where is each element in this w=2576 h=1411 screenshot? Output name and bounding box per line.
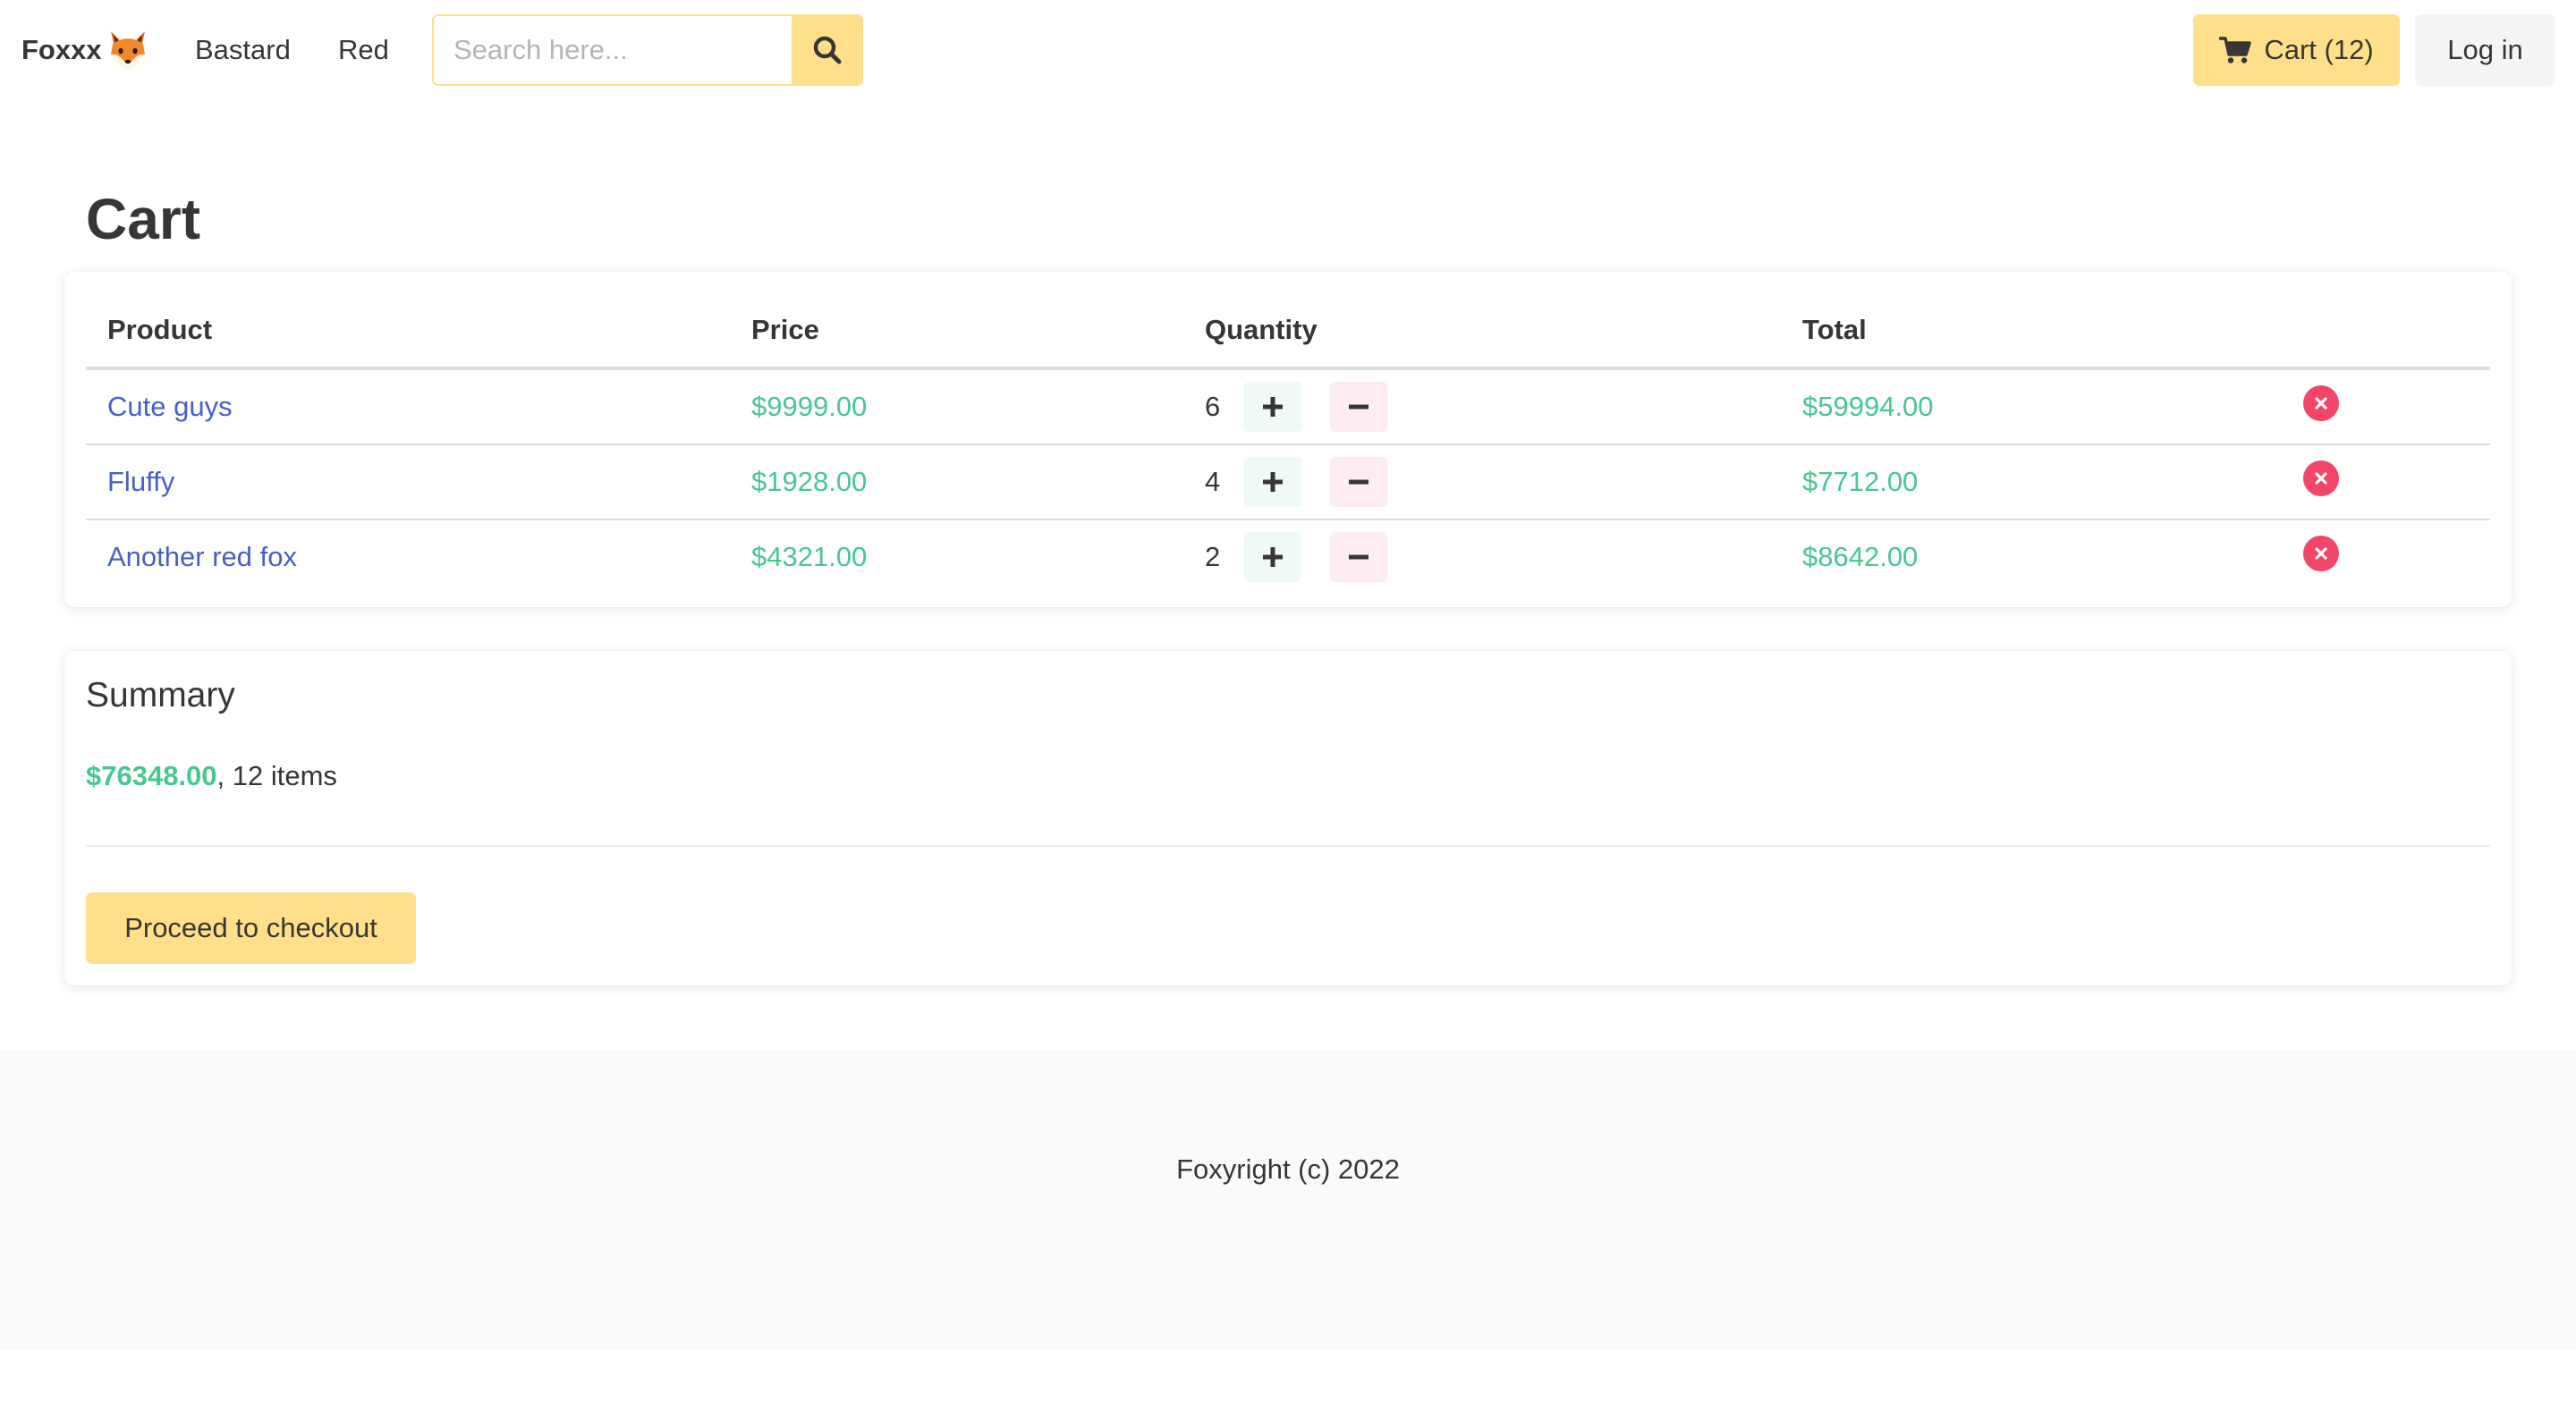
search-icon — [812, 35, 843, 65]
summary-item-count: , 12 items — [216, 760, 337, 791]
page-title: Cart — [86, 187, 201, 251]
table-row: Fluffy $1928.00 4 $7712.00 — [86, 444, 2490, 520]
brand-name: Foxxx — [21, 34, 102, 65]
quantity-stepper: 4 — [1205, 445, 1759, 519]
summary-total-amount: $76348.00 — [86, 760, 217, 791]
decrease-quantity-button[interactable] — [1330, 532, 1387, 582]
header-product: Product — [86, 293, 730, 370]
total-cell: $7712.00 — [1781, 444, 2282, 520]
close-circle-icon — [2315, 397, 2327, 410]
search-bar — [432, 14, 863, 86]
total-cell: $59994.00 — [1781, 368, 2282, 445]
header-remove — [2282, 293, 2490, 370]
navbar: Foxxx Bastard Red Search here... Cart (1… — [0, 0, 2576, 100]
shopping-cart-icon — [2219, 36, 2252, 64]
remove-item-button[interactable] — [2303, 460, 2339, 496]
summary-card: Summary $76348.00, 12 items Proceed to c… — [64, 651, 2512, 985]
summary-title: Summary — [86, 676, 235, 714]
quantity-stepper: 6 — [1205, 370, 1759, 444]
increase-quantity-button[interactable] — [1244, 457, 1301, 507]
price-cell: $1928.00 — [730, 444, 1183, 520]
remove-item-button[interactable] — [2303, 536, 2339, 571]
price-cell: $9999.00 — [730, 368, 1183, 445]
table-row: Cute guys $9999.00 6 $59994.00 — [86, 368, 2490, 445]
price-cell: $4321.00 — [751, 541, 868, 572]
checkout-button[interactable]: Proceed to checkout — [86, 892, 416, 964]
brand-logo[interactable]: Foxxx — [21, 21, 150, 79]
table-row: Another red fox $4321.00 2 $8642.00 — [86, 520, 2490, 594]
nav-link-red[interactable]: Red — [338, 21, 389, 79]
search-button[interactable] — [792, 14, 863, 86]
close-circle-icon — [2315, 472, 2327, 485]
increase-quantity-button[interactable] — [1244, 382, 1301, 432]
total-cell: $8642.00 — [1802, 541, 1919, 572]
plus-icon — [1263, 397, 1283, 417]
decrease-quantity-button[interactable] — [1330, 382, 1387, 432]
quantity-stepper: 2 — [1205, 520, 1759, 594]
summary-divider — [86, 845, 2490, 847]
cart-button[interactable]: Cart (12) — [2193, 14, 2400, 86]
minus-icon — [1349, 404, 1368, 410]
close-circle-icon — [2315, 547, 2327, 560]
plus-icon — [1263, 547, 1283, 567]
summary-line: $76348.00, 12 items — [86, 758, 337, 794]
product-link[interactable]: Cute guys — [107, 391, 233, 422]
footer: Foxyright (c) 2022 — [0, 1050, 2576, 1350]
cart-card: Product Price Quantity Total Cute guys $… — [64, 272, 2512, 607]
minus-icon — [1349, 554, 1368, 560]
product-link[interactable]: Another red fox — [107, 541, 297, 572]
plus-icon — [1263, 472, 1283, 492]
minus-icon — [1349, 479, 1368, 485]
quantity-value: 4 — [1205, 466, 1221, 497]
table-header-row: Product Price Quantity Total — [86, 293, 2490, 370]
cart-table: Product Price Quantity Total Cute guys $… — [86, 293, 2490, 594]
header-quantity: Quantity — [1183, 293, 1781, 370]
decrease-quantity-button[interactable] — [1330, 457, 1387, 507]
fox-emoji-icon — [106, 28, 150, 72]
product-link[interactable]: Fluffy — [107, 466, 174, 497]
quantity-value: 6 — [1205, 391, 1221, 422]
search-input[interactable] — [432, 14, 792, 86]
header-total: Total — [1781, 293, 2282, 370]
quantity-value: 2 — [1205, 541, 1221, 572]
login-button[interactable]: Log in — [2415, 14, 2555, 86]
remove-item-button[interactable] — [2303, 385, 2339, 421]
header-price: Price — [730, 293, 1183, 370]
footer-copyright: Foxyright (c) 2022 — [1176, 1153, 1400, 1185]
increase-quantity-button[interactable] — [1244, 532, 1301, 582]
cart-label: Cart (12) — [2264, 34, 2374, 65]
nav-link-bastard[interactable]: Bastard — [195, 21, 291, 79]
